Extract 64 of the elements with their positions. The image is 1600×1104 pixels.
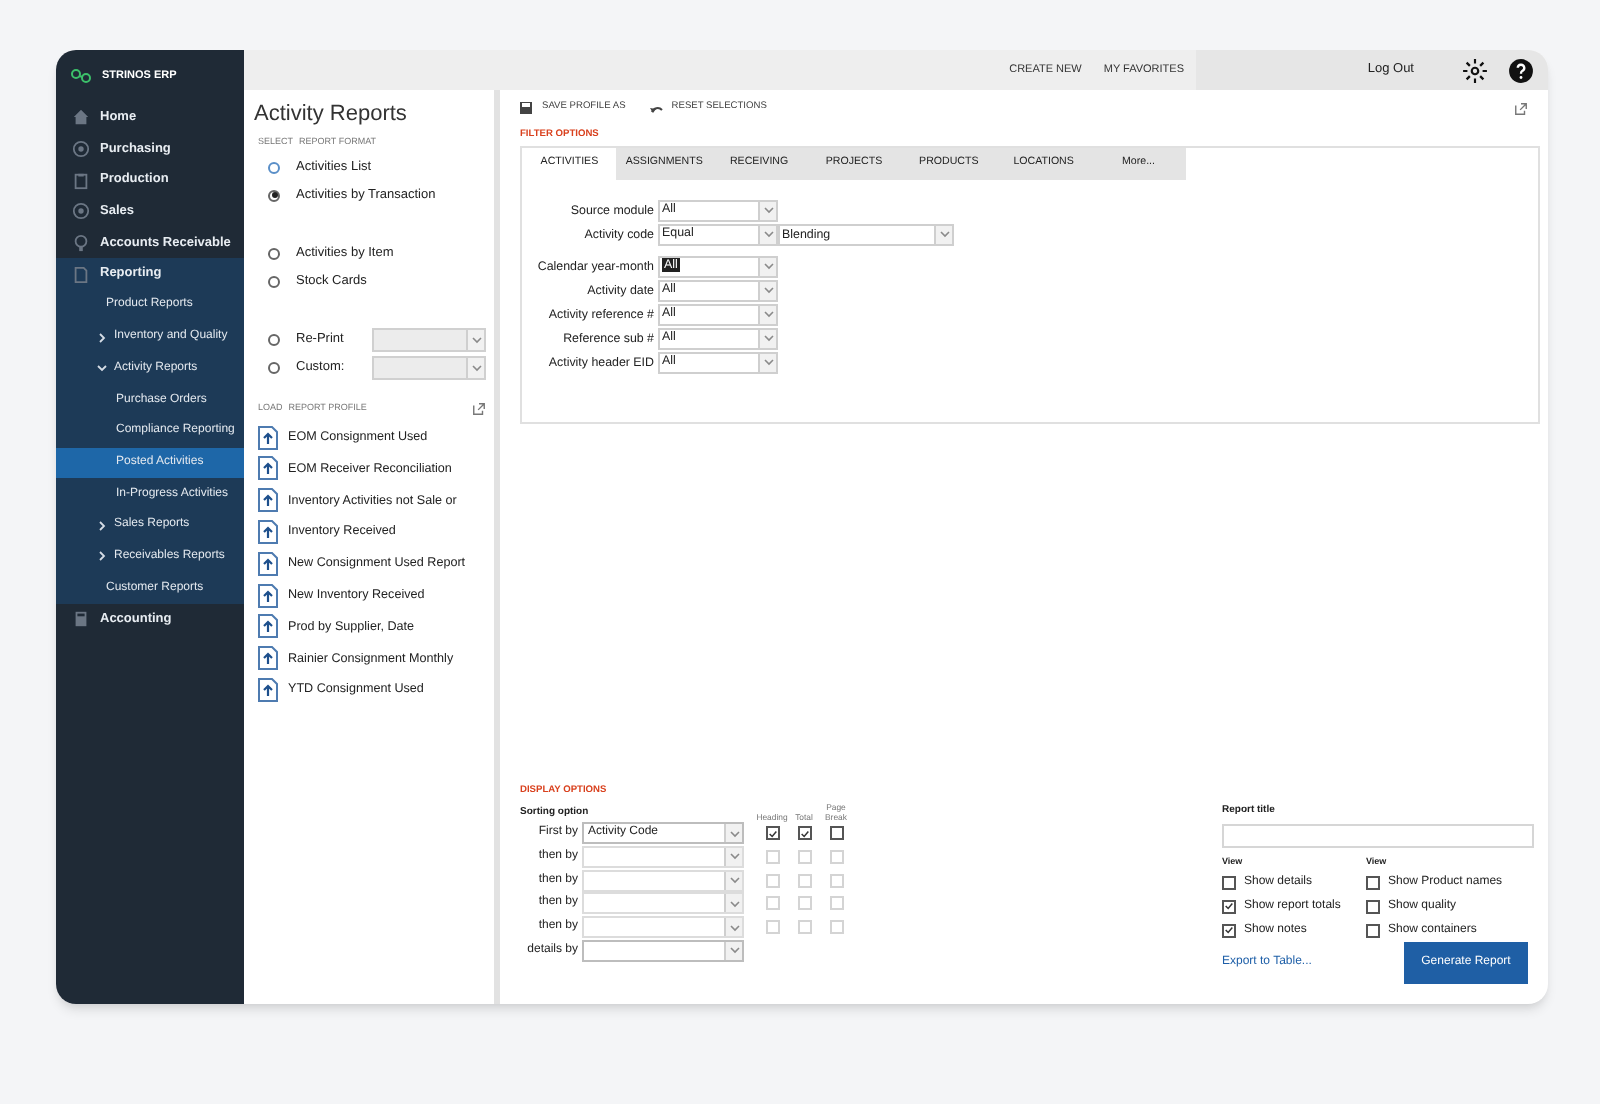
checkbox[interactable] <box>765 826 779 841</box>
radio-button[interactable] <box>268 189 280 202</box>
radio-button[interactable] <box>268 275 280 288</box>
undo-icon <box>649 103 664 113</box>
dropdown-arrow-icon <box>724 871 742 890</box>
coin-icon <box>72 202 90 221</box>
dropdown[interactable] <box>372 355 486 380</box>
checkbox[interactable] <box>1222 875 1236 889</box>
dropdown-arrow-icon <box>758 353 776 372</box>
upload-document-icon <box>258 456 278 481</box>
popout-icon[interactable] <box>472 401 486 416</box>
radio-button[interactable] <box>268 247 280 260</box>
chevron-right-icon <box>96 519 108 532</box>
dropdown-arrow-icon <box>758 281 776 300</box>
upload-document-icon <box>258 488 278 513</box>
home-icon <box>72 108 90 127</box>
upload-document-icon <box>258 678 278 703</box>
coin-icon <box>72 140 90 159</box>
checkbox[interactable] <box>1222 899 1236 913</box>
dropdown-arrow-icon <box>758 225 776 244</box>
dropdown-arrow-icon <box>724 894 742 913</box>
checkbox[interactable] <box>1366 875 1380 889</box>
chevron-down-icon <box>96 362 108 375</box>
checkbox[interactable] <box>1222 923 1236 937</box>
bulb-icon <box>72 234 90 253</box>
save-icon <box>520 102 532 114</box>
calculator-icon <box>72 610 90 629</box>
radio-button[interactable] <box>268 361 280 374</box>
upload-document-icon <box>258 551 278 576</box>
document-icon <box>72 265 90 284</box>
upload-document-icon <box>258 520 278 545</box>
radio-button[interactable] <box>268 333 280 346</box>
dropdown[interactable] <box>582 916 744 939</box>
dropdown-arrow-icon <box>758 329 776 348</box>
checkbox[interactable] <box>797 826 811 841</box>
settings-icon[interactable] <box>1462 57 1488 83</box>
logo-icon <box>70 68 94 84</box>
radio-button[interactable] <box>268 161 280 174</box>
dropdown[interactable] <box>582 939 744 962</box>
dropdown[interactable] <box>582 845 744 868</box>
dropdown-arrow-icon <box>724 824 742 843</box>
dropdown-arrow-icon <box>724 941 742 960</box>
upload-document-icon <box>258 583 278 608</box>
dropdown-arrow-icon <box>758 257 776 276</box>
upload-document-icon <box>258 614 278 639</box>
dropdown[interactable] <box>372 327 486 352</box>
dropdown-arrow-icon <box>724 918 742 937</box>
panel-title: Activity Reports <box>254 100 409 128</box>
clipboard-icon <box>72 171 90 190</box>
dropdown-arrow-icon <box>758 305 776 324</box>
chevron-right-icon <box>96 331 108 344</box>
dropdown-arrow-icon <box>934 225 952 244</box>
upload-document-icon <box>258 425 278 450</box>
checkbox[interactable] <box>1366 899 1380 913</box>
upload-document-icon <box>258 646 278 671</box>
dropdown[interactable] <box>582 892 744 915</box>
popout-icon[interactable] <box>1514 101 1528 115</box>
dropdown-arrow-icon <box>758 201 776 220</box>
help-icon[interactable] <box>1508 57 1534 83</box>
dropdown[interactable] <box>582 869 744 892</box>
checkbox[interactable] <box>829 826 843 841</box>
chevron-right-icon <box>96 550 108 563</box>
report-title-field[interactable] <box>1222 824 1534 849</box>
checkbox[interactable] <box>1366 923 1380 937</box>
